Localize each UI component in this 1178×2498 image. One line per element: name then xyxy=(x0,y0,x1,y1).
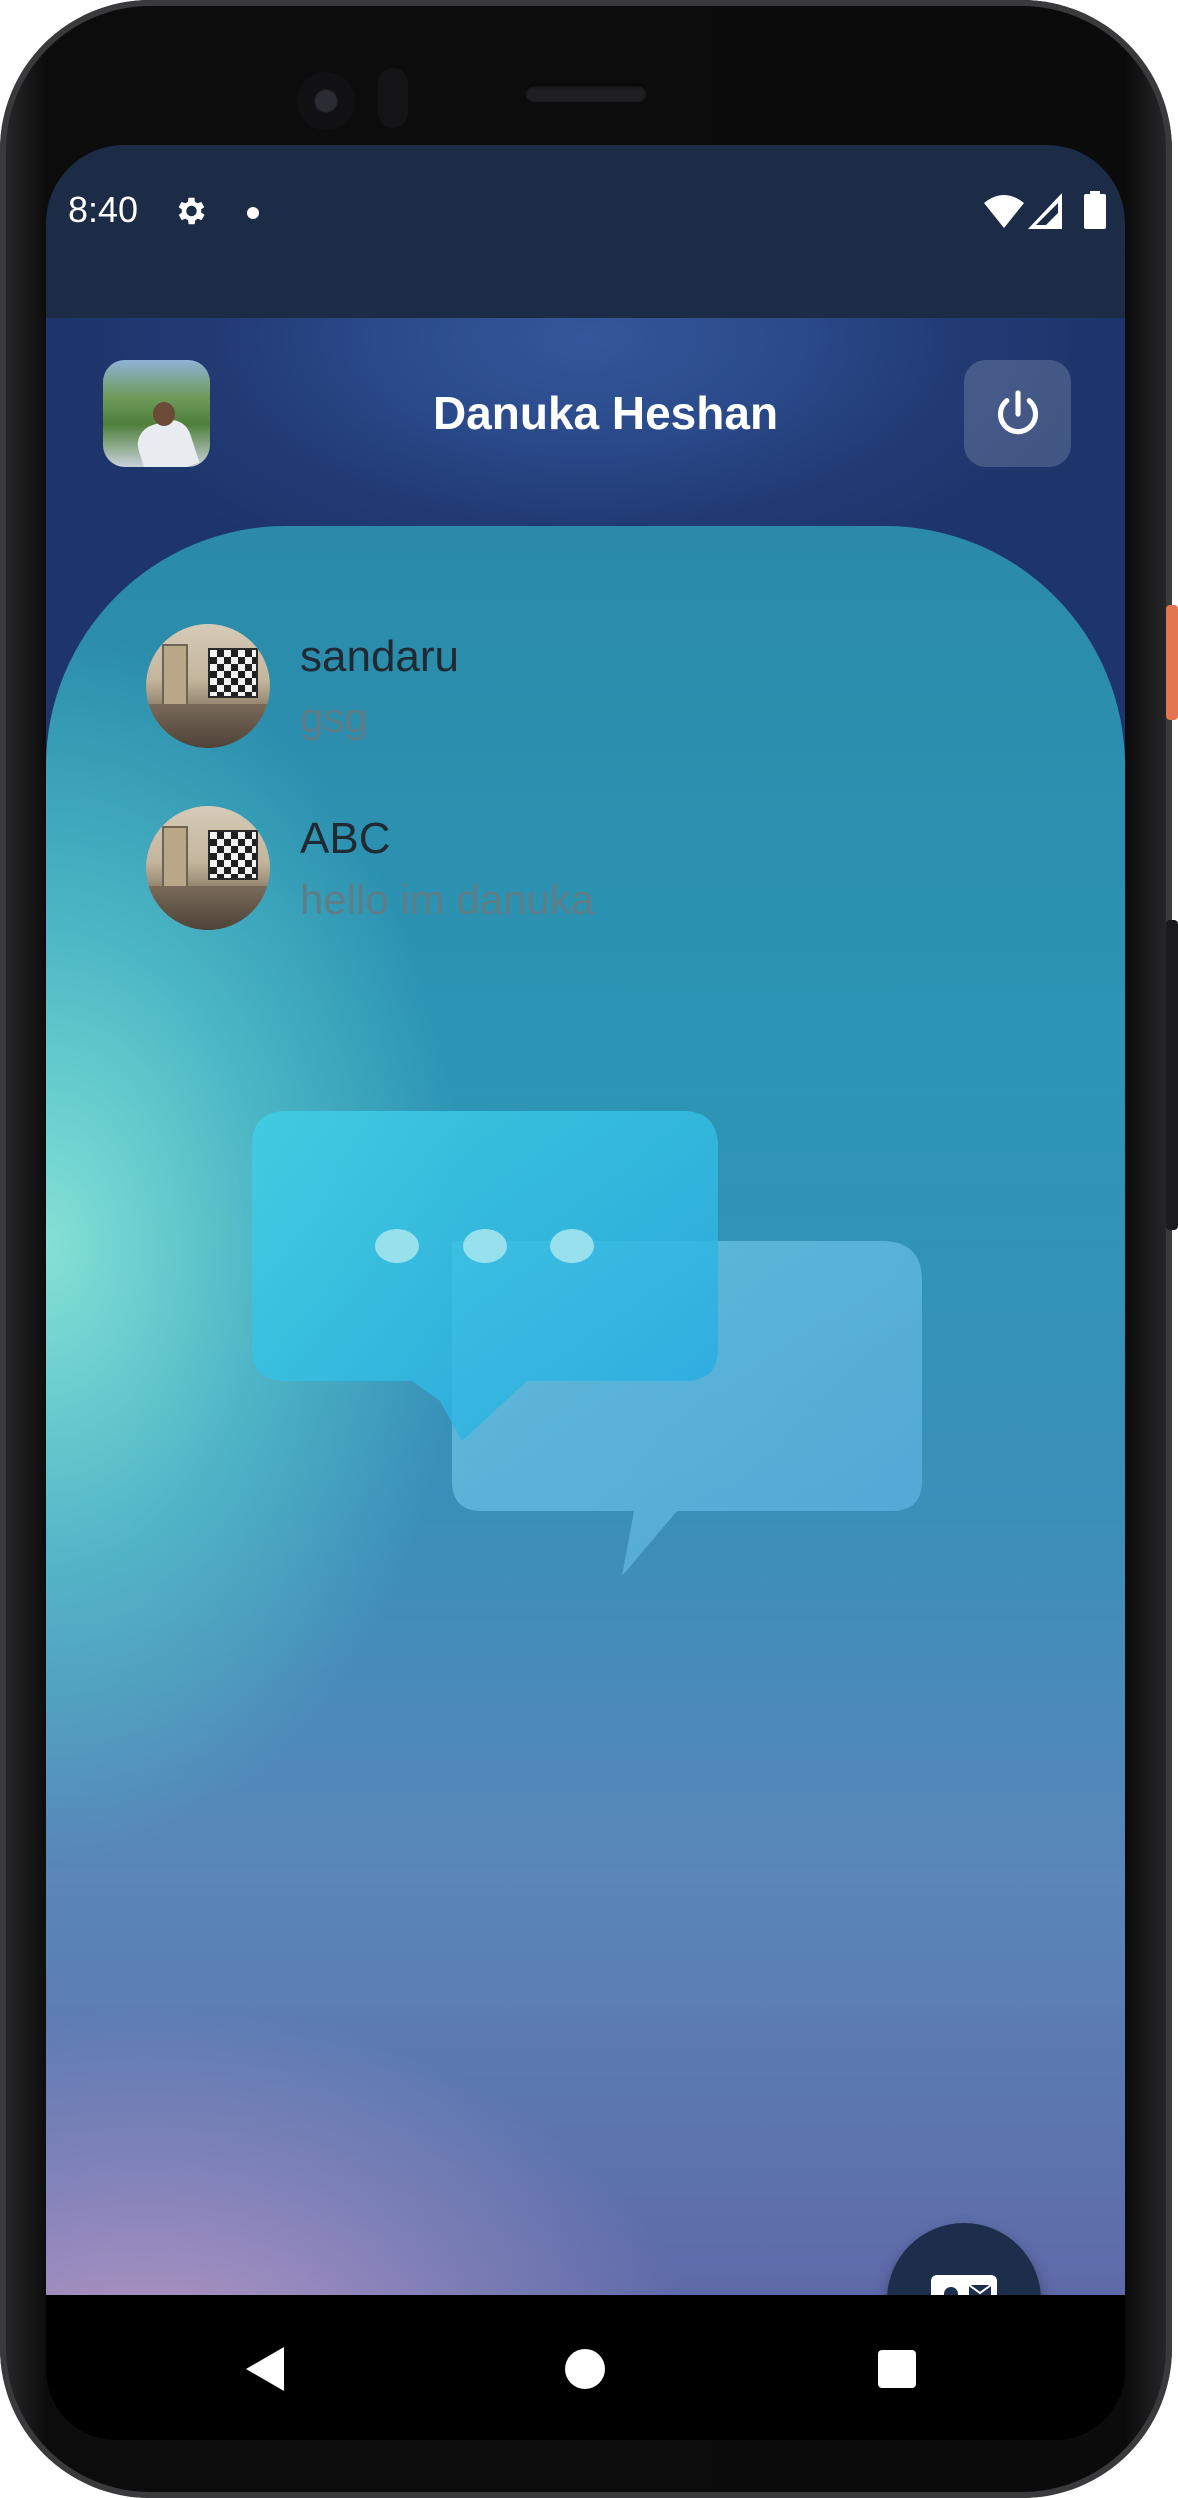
chat-list-item[interactable]: ABC hello im danuka xyxy=(146,806,946,934)
home-icon[interactable] xyxy=(565,2349,605,2389)
last-message: hello im danuka xyxy=(300,876,595,923)
front-camera xyxy=(297,72,355,130)
proximity-sensor xyxy=(378,68,408,128)
avatar-floor xyxy=(146,886,270,930)
power-side-button xyxy=(1166,605,1178,720)
back-icon[interactable] xyxy=(246,2347,284,2391)
navigation-bar xyxy=(46,2295,1125,2440)
last-message: gsg xyxy=(300,694,368,741)
chat-home-screen: Danuka Heshan sandaru gsg ABC hello im d… xyxy=(46,318,1125,2295)
volume-side-button xyxy=(1166,920,1178,1230)
status-time: 8:40 xyxy=(68,189,139,230)
logout-button[interactable] xyxy=(964,360,1071,467)
avatar-floor xyxy=(146,704,270,748)
chat-list-item[interactable]: sandaru gsg xyxy=(146,624,946,752)
contact-name: ABC xyxy=(300,814,391,863)
avatar-shelf xyxy=(162,644,188,710)
contact-name: sandaru xyxy=(300,632,460,681)
gear-icon xyxy=(178,197,205,225)
avatar-frame xyxy=(208,648,258,698)
avatar-frame xyxy=(208,830,258,880)
app-header: Danuka Heshan xyxy=(46,318,1125,528)
status-bar: 8:40 xyxy=(46,145,1125,318)
contact-mail-icon xyxy=(931,2275,997,2295)
avatar-shelf xyxy=(162,826,188,892)
wifi-icon xyxy=(984,195,1024,228)
earpiece-speaker xyxy=(525,84,647,102)
contact-avatar xyxy=(146,806,270,930)
notification-dot-icon xyxy=(247,207,259,219)
power-icon xyxy=(997,389,1038,434)
signal-icon xyxy=(1028,193,1062,229)
chat-list-panel: sandaru gsg ABC hello im danuka xyxy=(46,526,1125,2295)
contact-avatar xyxy=(146,624,270,748)
device-screen: 8:40 Danuka Heshan sandaru gsg ABC hello… xyxy=(46,145,1125,2440)
recents-icon[interactable] xyxy=(878,2350,916,2388)
battery-icon xyxy=(1084,191,1106,229)
chat-bubbles-illustration xyxy=(252,1111,922,1576)
